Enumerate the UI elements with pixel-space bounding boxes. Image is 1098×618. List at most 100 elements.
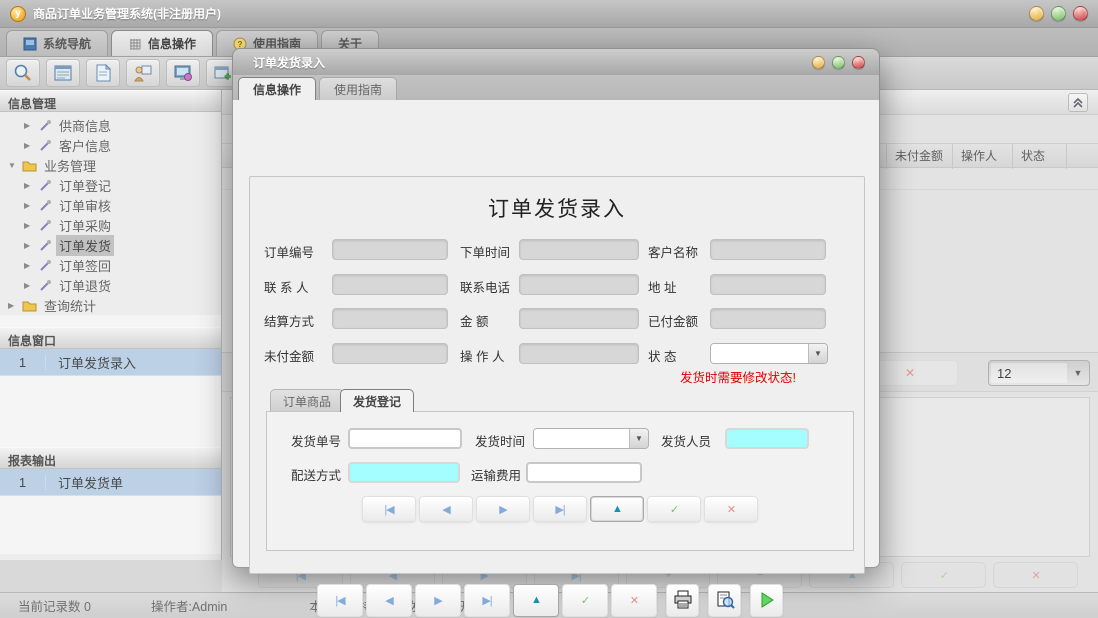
chevron-down-icon[interactable]: ▼ [629,429,648,448]
dialog-close-button[interactable] [852,56,865,69]
user-info-button[interactable] [126,59,160,87]
next-button[interactable]: ▶ [415,584,461,617]
expander-icon[interactable]: ▶ [24,201,34,210]
tree-item-label[interactable]: 业务管理 [41,155,99,176]
last-button[interactable]: ▶| [533,496,587,522]
maximize-button[interactable] [1051,6,1066,21]
tool-icon [38,118,52,132]
confirm-button[interactable]: ✓ [901,562,986,588]
report-item[interactable]: 1 订单发货单 [0,469,221,496]
tree-item-label[interactable]: 订单审核 [56,195,114,216]
chevron-down-icon[interactable]: ▼ [1067,361,1089,385]
tree-item-customer-info[interactable]: ▶ 客户信息 [0,135,221,155]
column-operator[interactable]: 操作人 [952,144,1012,169]
subpanel-nav-toolbar: |◀ ◀ ▶ ▶| ▲ ✓ ✕ [267,496,853,522]
tab-info-ops[interactable]: 信息操作 [111,30,213,56]
expander-icon[interactable]: ▶ [24,221,34,230]
tree-item-label[interactable]: 查询统计 [41,295,99,316]
order-time-field [519,239,639,260]
close-button[interactable] [1073,6,1088,21]
expander-icon[interactable]: ▶ [24,281,34,290]
form-view-button[interactable] [46,59,80,87]
expander-icon[interactable]: ▶ [8,301,18,310]
print-preview-button[interactable] [708,584,741,617]
dialog-minimize-button[interactable] [812,56,825,69]
expander-icon[interactable]: ▶ [24,141,34,150]
column-blank [1066,144,1096,169]
column-unpaid[interactable]: 未付金额 [886,144,952,169]
tree-item-order-signback[interactable]: ▶ 订单签回 [0,255,221,275]
cancel-button[interactable]: ✕ [993,562,1078,588]
first-button[interactable]: |◀ [317,584,363,617]
tool-icon [38,178,52,192]
order-no-field [332,239,448,260]
collapse-button[interactable] [1068,93,1088,112]
print-button[interactable] [666,584,699,617]
amount-label: 金 额 [460,311,488,330]
info-window-item[interactable]: 1 订单发货录入 [0,349,221,376]
expander-icon[interactable]: ▶ [24,181,34,190]
ship-time-select[interactable]: ▼ [533,428,649,449]
tab-system-nav-label: 系统导航 [43,35,91,52]
tool-icon [38,218,52,232]
page-size-select[interactable]: 12 ▼ [988,360,1090,386]
cancel-button[interactable]: ✕ [704,496,758,522]
expander-icon[interactable]: ▶ [24,241,34,250]
paid-field [710,308,826,329]
tree-item-label[interactable]: 订单登记 [56,175,114,196]
tree-item-label[interactable]: 订单发货 [56,235,114,256]
dialog-maximize-button[interactable] [832,56,845,69]
run-button[interactable] [750,584,783,617]
tree-item-order-return[interactable]: ▶ 订单退货 [0,275,221,295]
minimize-button[interactable] [1029,6,1044,21]
edit-button[interactable]: ▲ [513,584,559,617]
tree-item-supplier-info[interactable]: ▶ 供商信息 [0,115,221,135]
tree-item-order-audit[interactable]: ▶ 订单审核 [0,195,221,215]
last-button[interactable]: ▶| [464,584,510,617]
order-ship-dialog: 订单发货录入 信息操作 使用指南 订单发货录入 订单编号 下单时间 客户名称 联… [232,48,880,568]
confirm-button[interactable]: ✓ [647,496,701,522]
expander-icon[interactable]: ▶ [24,121,34,130]
next-button[interactable]: ▶ [476,496,530,522]
freight-input[interactable] [526,462,642,483]
search-button[interactable] [6,59,40,87]
phone-field [519,274,639,295]
subtab-order-goods[interactable]: 订单商品 [270,389,344,412]
prev-button[interactable]: ◀ [366,584,412,617]
dialog-tab-user-guide[interactable]: 使用指南 [319,77,397,100]
edit-button[interactable]: ▲ [590,496,644,522]
status-select[interactable]: ▼ [710,343,828,364]
tree-item-label[interactable]: 订单退货 [56,275,114,296]
expander-icon[interactable]: ▼ [8,161,18,170]
tree-item-business-mgmt[interactable]: ▼ 业务管理 [0,155,221,175]
cancel-button[interactable]: ✕ [611,584,657,617]
first-button[interactable]: |◀ [362,496,416,522]
tree-item-query-stats[interactable]: ▶ 查询统计 [0,295,221,315]
monitor-button[interactable] [166,59,200,87]
tree-item-label[interactable]: 订单签回 [56,255,114,276]
item-label: 订单发货录入 [46,353,136,372]
dialog-titlebar[interactable]: 订单发货录入 [232,48,880,75]
subtab-ship-register[interactable]: 发货登记 [340,389,414,412]
tree-item-order-ship[interactable]: ▶ 订单发货 [0,235,221,255]
ship-person-input[interactable] [725,428,809,449]
prev-button[interactable]: ◀ [419,496,473,522]
tool-icon [38,258,52,272]
column-status[interactable]: 状态 [1012,144,1066,169]
chevron-down-icon[interactable]: ▼ [808,344,827,363]
dialog-tab-info-ops[interactable]: 信息操作 [238,77,316,100]
tree-item-label[interactable]: 客户信息 [56,135,114,156]
contact-field [332,274,448,295]
document-button[interactable] [86,59,120,87]
confirm-button[interactable]: ✓ [562,584,608,617]
folder-icon [22,298,37,312]
tree-item-order-purchase[interactable]: ▶ 订单采购 [0,215,221,235]
tree-item-label[interactable]: 订单采购 [56,215,114,236]
tree-item-order-register[interactable]: ▶ 订单登记 [0,175,221,195]
tab-system-nav[interactable]: 系统导航 [6,30,108,56]
item-index: 1 [0,355,46,370]
ship-no-input[interactable] [348,428,462,449]
tree-item-label[interactable]: 供商信息 [56,115,114,136]
delivery-input[interactable] [348,462,460,483]
expander-icon[interactable]: ▶ [24,261,34,270]
